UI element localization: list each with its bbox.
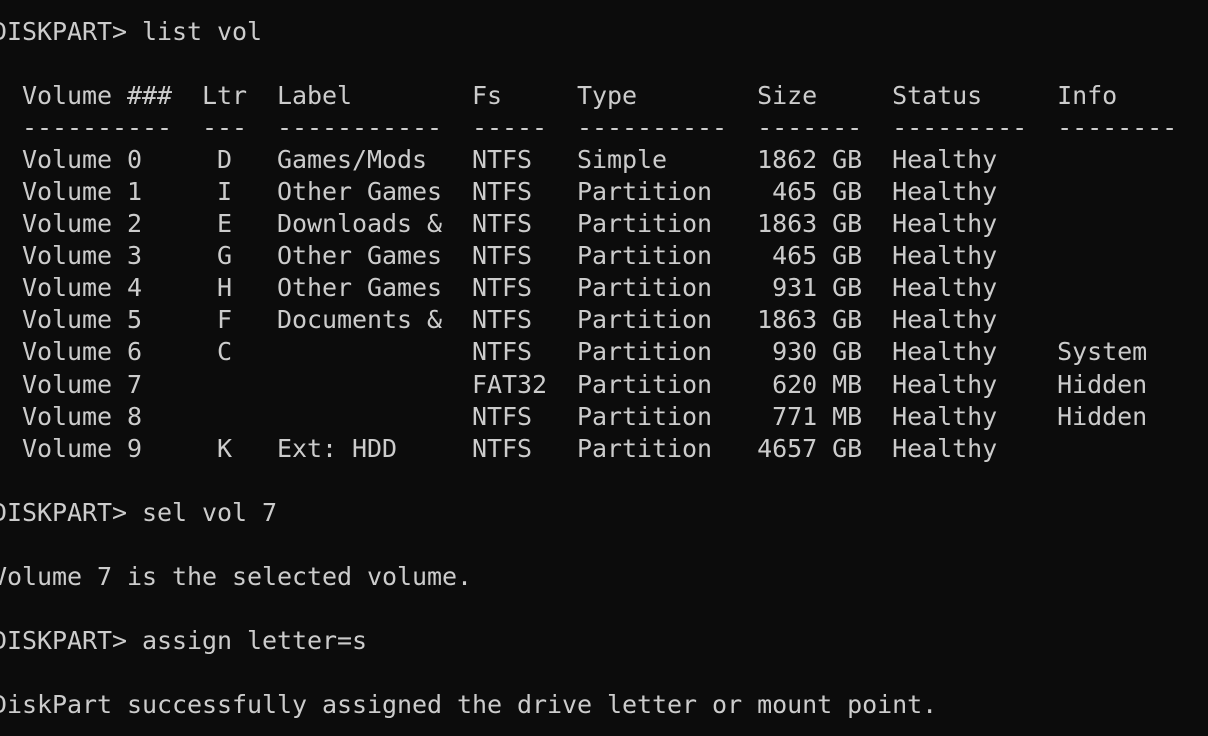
table-row: Volume 1 I Other Games NTFS Partition 46… <box>0 177 998 206</box>
prompt-assign-letter: DISKPART> assign letter=s <box>0 626 368 655</box>
table-row: Volume 8 NTFS Partition 771 MB Healthy H… <box>0 402 1148 431</box>
prompt-sel-vol: DISKPART> sel vol 7 <box>0 498 278 527</box>
table-row: Volume 9 K Ext: HDD NTFS Partition 4657 … <box>0 434 998 463</box>
terminal-window[interactable]: DISKPART> list vol Volume ### Ltr Label … <box>0 0 1200 736</box>
table-row: Volume 6 C NTFS Partition 930 GB Healthy… <box>0 337 1148 366</box>
table-row: Volume 3 G Other Games NTFS Partition 46… <box>0 241 998 270</box>
table-header-separator: ---------- --- ----------- ----- -------… <box>0 113 1178 142</box>
prompt-list-vol: DISKPART> list vol <box>0 17 263 46</box>
table-row: Volume 0 D Games/Mods NTFS Simple 1862 G… <box>0 145 998 174</box>
table-row: Volume 5 F Documents & NTFS Partition 18… <box>0 305 998 334</box>
output-assign-success: DiskPart successfully assigned the drive… <box>0 690 938 719</box>
output-selected-volume: Volume 7 is the selected volume. <box>0 562 473 591</box>
table-row: Volume 4 H Other Games NTFS Partition 93… <box>0 273 998 302</box>
table-row: Volume 2 E Downloads & NTFS Partition 18… <box>0 209 998 238</box>
table-row: Volume 7 FAT32 Partition 620 MB Healthy … <box>0 370 1148 399</box>
table-header: Volume ### Ltr Label Fs Type Size Status… <box>0 81 1118 110</box>
